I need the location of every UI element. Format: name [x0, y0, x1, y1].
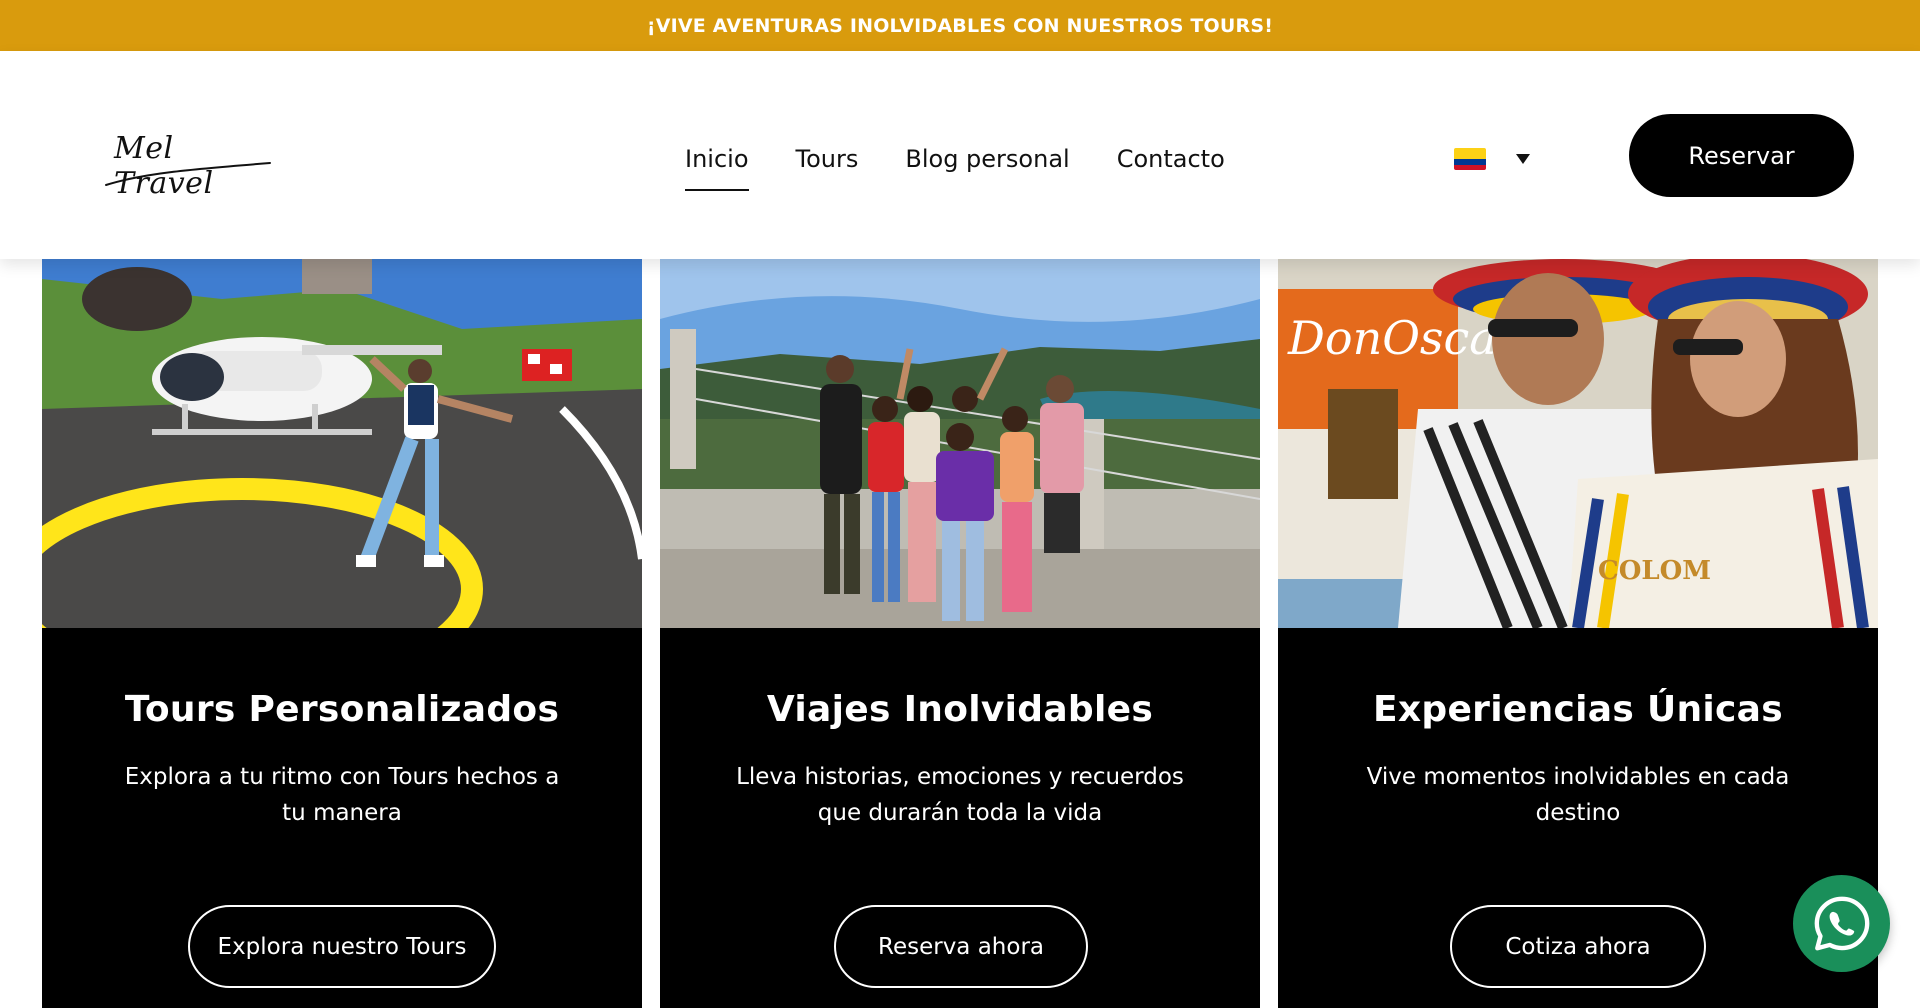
- card-text: Lleva historias, emociones y recuerdos q…: [736, 764, 1184, 826]
- card-text: Vive momentos inolvidables en cada desti…: [1366, 764, 1790, 826]
- card-tours-personalizados: Tours Personalizados Explora a tu ritmo …: [42, 259, 642, 1008]
- chevron-down-icon: [1516, 154, 1530, 164]
- card-title: Tours Personalizados: [124, 689, 560, 730]
- explore-tours-button[interactable]: Explora nuestro Tours: [188, 905, 496, 988]
- nav-item-blog[interactable]: Blog personal: [905, 139, 1069, 185]
- announcement-bar: ¡VIVE AVENTURAS INOLVIDABLES CON NUESTRO…: [0, 0, 1920, 51]
- nav-item-tours[interactable]: Tours: [796, 139, 859, 185]
- language-selector[interactable]: [1454, 143, 1530, 175]
- logo-text: Mel Travel: [114, 131, 214, 201]
- reserve-now-button[interactable]: Reserva ahora: [834, 905, 1088, 988]
- group-viewpoint-photo: [660, 259, 1260, 628]
- nav-item-inicio[interactable]: Inicio: [685, 139, 749, 191]
- svg-text:COLOM: COLOM: [1598, 556, 1711, 586]
- logo[interactable]: Mel Travel: [104, 129, 274, 201]
- main-nav: Inicio Tours Blog personal Contacto: [685, 139, 1272, 191]
- helicopter-tour-photo: [42, 259, 642, 628]
- nav-item-contacto[interactable]: Contacto: [1117, 139, 1225, 185]
- card-title: Viajes Inolvidables: [766, 689, 1154, 730]
- reserve-button[interactable]: Reservar: [1629, 114, 1854, 197]
- whatsapp-icon: [1814, 896, 1869, 950]
- card-viajes-inolvidables: Viajes Inolvidables Lleva historias, emo…: [660, 259, 1260, 1008]
- card-text: Explora a tu ritmo con Tours hechos a tu…: [124, 764, 560, 826]
- whatsapp-button[interactable]: [1793, 875, 1890, 972]
- card-title: Experiencias Únicas: [1372, 689, 1784, 730]
- couple-colombian-hats-photo: DonOsca COLOM: [1278, 259, 1878, 628]
- colombia-flag-icon: [1454, 148, 1486, 170]
- card-experiencias-unicas: DonOsca COLOM Experiencias Únicas Vive m…: [1278, 259, 1878, 1008]
- quote-now-button[interactable]: Cotiza ahora: [1450, 905, 1706, 988]
- feature-cards: Tours Personalizados Explora a tu ritmo …: [42, 259, 1878, 1008]
- announcement-text: ¡VIVE AVENTURAS INOLVIDABLES CON NUESTRO…: [646, 14, 1274, 37]
- site-header: Mel Travel Inicio Tours Blog personal Co…: [0, 51, 1920, 259]
- svg-text:DonOsca: DonOsca: [1287, 311, 1497, 365]
